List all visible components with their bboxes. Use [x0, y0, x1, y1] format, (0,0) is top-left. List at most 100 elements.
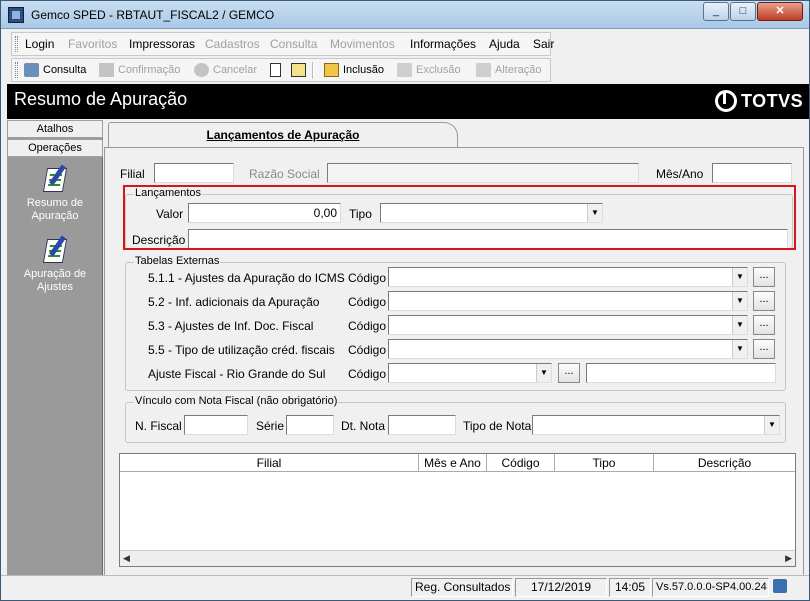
n-fiscal-label: N. Fiscal	[135, 419, 182, 433]
exclusao-label: Exclusão	[416, 64, 461, 76]
razao-social-label: Razão Social	[249, 167, 320, 181]
lookup-button-55[interactable]: ...	[753, 339, 775, 359]
tabela-row-label: Ajuste Fiscal - Rio Grande do Sul	[148, 367, 326, 381]
scroll-left-icon[interactable]: ◀	[123, 553, 130, 564]
page-title: Resumo de Apuração	[14, 89, 188, 109]
delete-icon	[397, 63, 412, 77]
sidebar-tab-operacoes[interactable]: Operações	[7, 139, 103, 157]
close-button[interactable]: ✕	[757, 2, 803, 21]
toolbar-grip[interactable]	[15, 62, 18, 78]
lookup-button-53[interactable]: ...	[753, 315, 775, 335]
sidebar: Atalhos Operações Resumo de Apuração Apu…	[7, 120, 103, 595]
lookup-button-52[interactable]: ...	[753, 291, 775, 311]
help-button[interactable]	[291, 62, 307, 79]
edit-icon	[476, 63, 491, 77]
chevron-down-icon[interactable]: ▼	[732, 316, 747, 334]
cancelar-button: Cancelar	[194, 62, 257, 79]
sidebar-item-resumo-apuracao[interactable]: Resumo de Apuração	[7, 164, 103, 223]
search-icon	[24, 63, 39, 77]
toolbar-separator	[312, 62, 314, 79]
menu-bar: Login Favoritos Impressoras Cadastros Co…	[11, 32, 554, 56]
codigo-label: Código	[348, 367, 387, 381]
codigo-select-55[interactable]: ▼	[388, 339, 748, 359]
minimize-button[interactable]: _	[703, 2, 729, 21]
menu-grip[interactable]	[15, 36, 18, 52]
horizontal-scrollbar[interactable]: ◀ ▶	[120, 550, 795, 566]
alteracao-label: Alteração	[495, 64, 542, 76]
cancel-icon	[194, 63, 209, 77]
title-bar[interactable]: Gemco SPED - RBTAUT_FISCAL2 / GEMCO _ □ …	[1, 1, 809, 29]
status-bar: Reg. Consultados : 17/12/2019 14:05 Vs.5…	[1, 575, 809, 600]
tabela-row-label: 5.5 - Tipo de utilização créd. fiscais	[148, 343, 335, 357]
menu-informacoes[interactable]: Informações	[410, 37, 476, 51]
codigo-select-53[interactable]: ▼	[388, 315, 748, 335]
column-header-tipo[interactable]: Tipo	[555, 454, 654, 472]
sidebar-item-label: Ajustes	[36, 281, 74, 293]
inclusao-label: Inclusão	[343, 64, 384, 76]
column-header-codigo[interactable]: Código	[487, 454, 555, 472]
codigo-select-rs[interactable]: ▼	[388, 363, 552, 383]
document-pen-icon	[39, 235, 71, 265]
chevron-down-icon[interactable]: ▼	[764, 416, 779, 434]
consulta-button[interactable]: Consulta	[24, 62, 86, 79]
menu-favoritos: Favoritos	[68, 37, 118, 51]
codigo-label: Código	[348, 343, 387, 357]
maximize-button[interactable]: □	[730, 2, 756, 21]
chevron-down-icon[interactable]: ▼	[732, 268, 747, 286]
tipo-nota-label: Tipo de Nota	[463, 419, 532, 433]
tabelas-externas-legend: Tabelas Externas	[134, 255, 221, 267]
app-icon	[8, 7, 24, 23]
tipo-nota-select[interactable]: ▼	[532, 415, 780, 435]
column-header-filial[interactable]: Filial	[120, 454, 419, 472]
app-window: Gemco SPED - RBTAUT_FISCAL2 / GEMCO _ □ …	[0, 0, 810, 601]
folder-add-icon	[324, 63, 339, 77]
menu-sair[interactable]: Sair	[533, 37, 554, 51]
page-header: Resumo de Apuração TOTVS	[7, 84, 809, 119]
sidebar-item-apuracao-ajustes[interactable]: Apuração de Ajustes	[7, 235, 103, 294]
tab-lancamentos-apuracao[interactable]: Lançamentos de Apuração	[108, 122, 458, 148]
filial-field[interactable]	[154, 163, 234, 183]
sidebar-tab-atalhos[interactable]: Atalhos	[7, 120, 103, 138]
toolbar: Consulta Confirmação Cancelar Inclusão E…	[11, 58, 551, 82]
n-fiscal-field[interactable]	[184, 415, 248, 435]
menu-login[interactable]: Login	[25, 37, 54, 51]
exclusao-button: Exclusão	[397, 62, 461, 79]
ajuste-rs-description-field[interactable]	[586, 363, 776, 383]
column-header-descricao[interactable]: Descrição	[654, 454, 795, 472]
chevron-down-icon[interactable]: ▼	[536, 364, 551, 382]
lookup-button-511[interactable]: ...	[753, 267, 775, 287]
codigo-select-511[interactable]: ▼	[388, 267, 748, 287]
sidebar-item-label: Apuração	[31, 210, 79, 222]
lancamentos-grid[interactable]: Filial Mês e Ano Código Tipo Descrição ◀…	[119, 453, 796, 567]
help-icon	[291, 63, 306, 77]
chevron-down-icon[interactable]: ▼	[732, 340, 747, 358]
menu-impressoras[interactable]: Impressoras	[129, 37, 195, 51]
filial-label: Filial	[120, 167, 145, 181]
mes-ano-label: Mês/Ano	[656, 167, 704, 181]
status-version: Vs.57.0.0.0-SP4.00.24	[652, 578, 769, 597]
menu-ajuda[interactable]: Ajuda	[489, 37, 520, 51]
status-date: 17/12/2019	[515, 578, 607, 597]
column-header-mes-ano[interactable]: Mês e Ano	[419, 454, 487, 472]
save-icon	[99, 63, 114, 77]
new-document-button[interactable]	[270, 62, 284, 79]
highlight-box	[123, 185, 796, 250]
status-time: 14:05	[609, 578, 651, 597]
totvs-logo-icon	[715, 90, 737, 112]
serie-field[interactable]	[286, 415, 334, 435]
lookup-button-rs[interactable]: ...	[558, 363, 580, 383]
network-icon	[773, 579, 787, 593]
dt-nota-field[interactable]	[388, 415, 456, 435]
codigo-label: Código	[348, 271, 387, 285]
mes-ano-field[interactable]	[712, 163, 792, 183]
serie-label: Série	[256, 419, 285, 433]
tabela-row-label: 5.2 - Inf. adicionais da Apuração	[148, 295, 320, 309]
chevron-down-icon[interactable]: ▼	[732, 292, 747, 310]
tab-label: Lançamentos de Apuração	[206, 128, 360, 142]
scroll-right-icon[interactable]: ▶	[785, 553, 792, 564]
totvs-logo-text: TOTVS	[741, 91, 804, 111]
document-pen-icon	[39, 164, 71, 194]
inclusao-button[interactable]: Inclusão	[324, 62, 384, 79]
codigo-select-52[interactable]: ▼	[388, 291, 748, 311]
menu-consulta: Consulta	[270, 37, 318, 51]
